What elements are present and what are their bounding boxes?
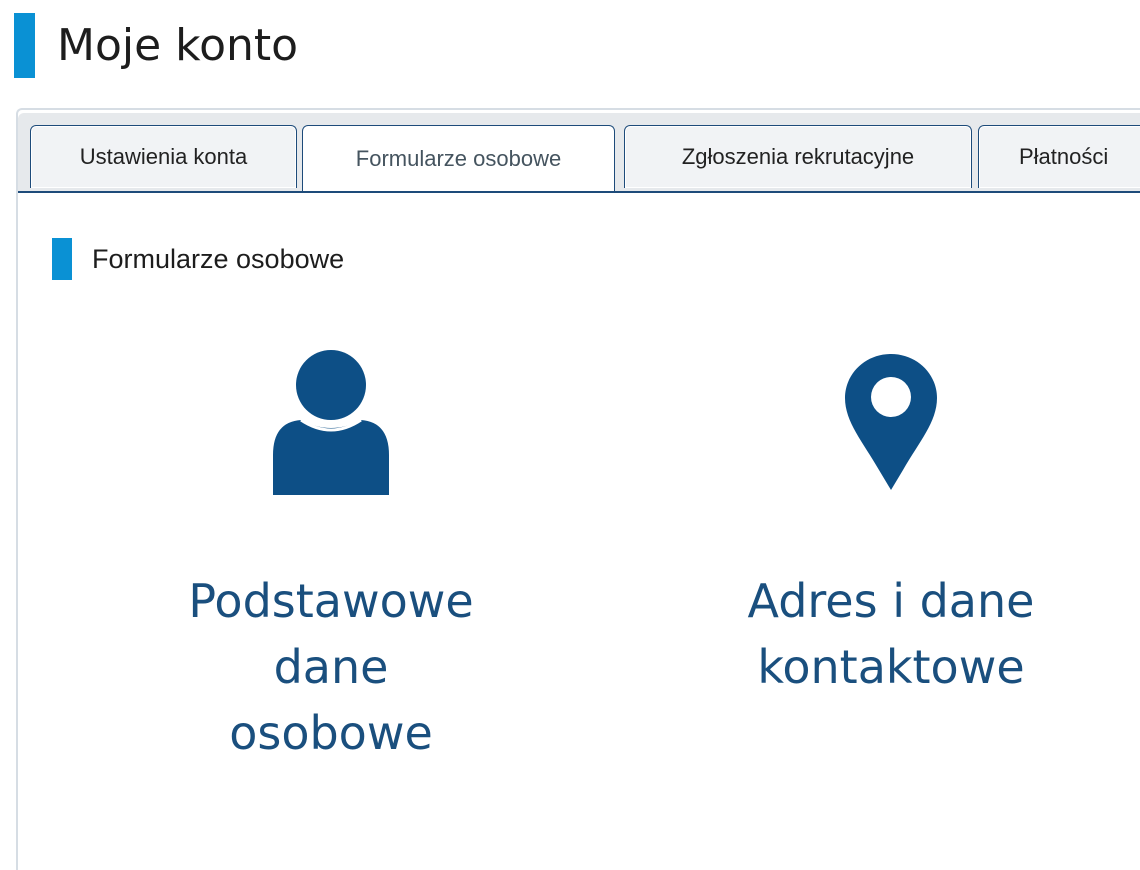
- tile-label: Podstawowe dane osobowe: [150, 568, 512, 766]
- tile-label-text: Adres i dane kontaktowe: [747, 574, 1035, 694]
- section-accent-bar: [52, 238, 72, 280]
- tab-bar: Ustawienia konta Formularze osobowe Zgło…: [18, 113, 1140, 193]
- tab-payments[interactable]: Płatności: [978, 125, 1140, 188]
- tab-recruitment-applications[interactable]: Zgłoszenia rekrutacyjne: [624, 125, 972, 188]
- tile-label: Adres i dane kontaktowe: [710, 568, 1072, 700]
- tile-label-text: Podstawowe dane osobowe: [188, 574, 474, 760]
- map-pin-icon: [845, 354, 937, 490]
- tab-personal-forms[interactable]: Formularze osobowe: [302, 125, 615, 191]
- section-title: Formularze osobowe: [92, 243, 345, 274]
- tab-account-settings[interactable]: Ustawienia konta: [30, 125, 297, 188]
- user-icon: [273, 350, 389, 495]
- page-title: Moje konto: [57, 19, 299, 71]
- section-header: Formularze osobowe: [52, 238, 344, 280]
- header-accent-bar: [14, 13, 35, 78]
- page-header: Moje konto: [14, 13, 298, 78]
- tile-basic-personal-data[interactable]: Podstawowe dane osobowe: [150, 350, 512, 770]
- tile-address-contact[interactable]: Adres i dane kontaktowe: [710, 350, 1072, 770]
